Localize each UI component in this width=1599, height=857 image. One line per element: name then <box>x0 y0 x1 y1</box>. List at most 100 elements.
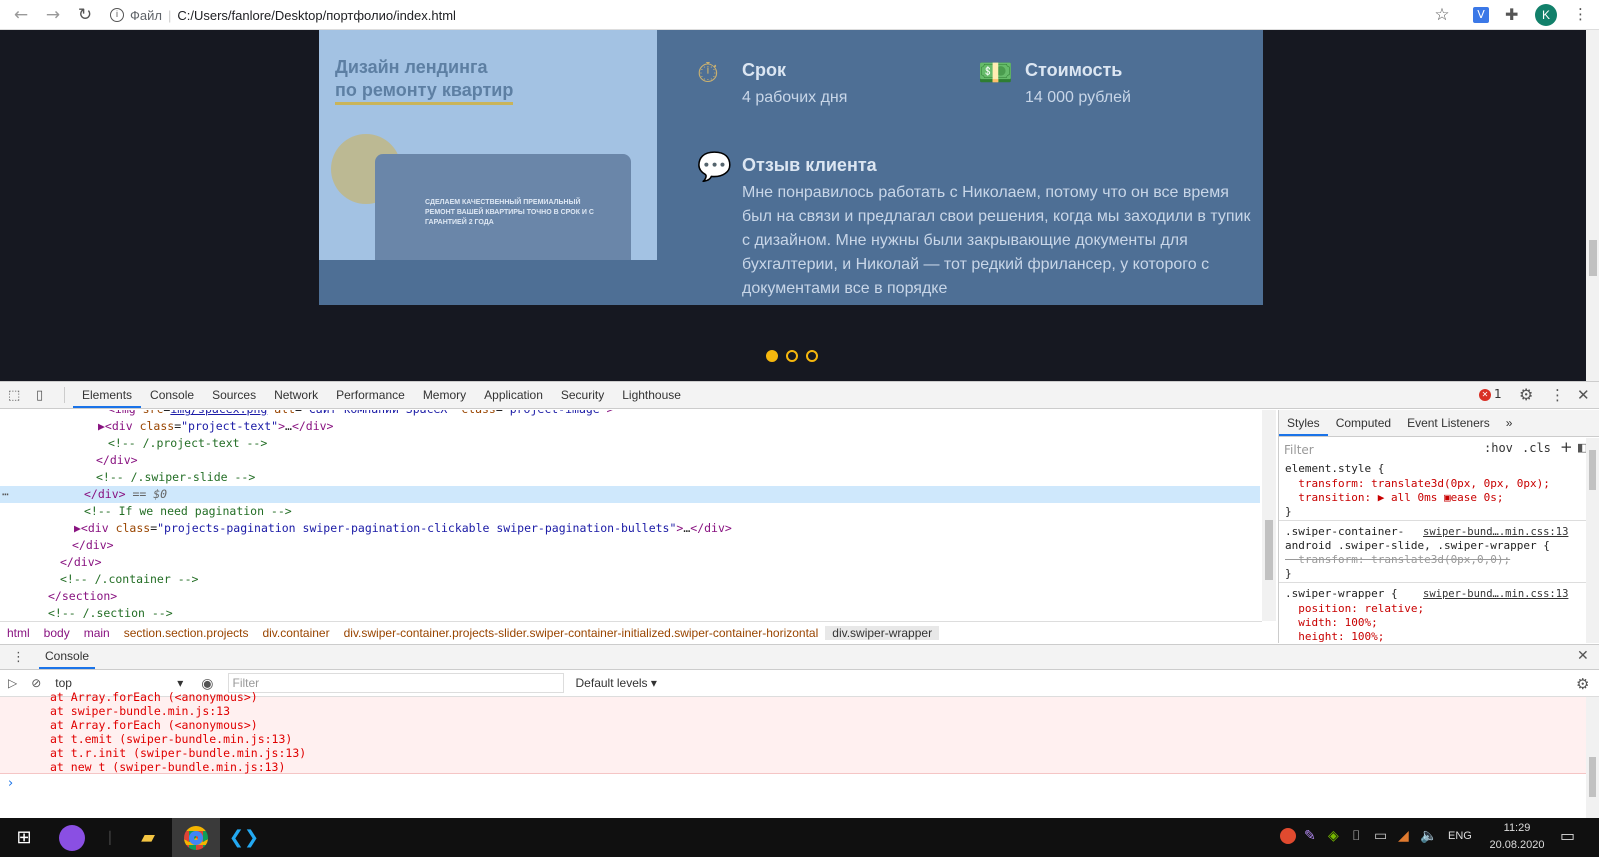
breadcrumb-item[interactable]: body <box>37 626 77 640</box>
breadcrumb-item[interactable]: div.swiper-container.projects-slider.swi… <box>337 626 826 640</box>
drawer-tab-console[interactable]: Console <box>39 645 96 669</box>
tab-network[interactable]: Network <box>265 382 327 408</box>
network-icon[interactable]: ▭ <box>1374 828 1387 844</box>
url-text[interactable]: C:/Users/fanlore/Desktop/портфолио/index… <box>177 8 456 23</box>
breadcrumb-item[interactable]: html <box>0 626 37 640</box>
styles-filter-input[interactable]: Filter <box>1280 440 1476 460</box>
style-source-link[interactable]: swiper-bund….min.css:13 <box>1423 587 1568 601</box>
context-selector[interactable]: top ▾ <box>55 676 183 690</box>
chrome-icon[interactable] <box>172 818 220 857</box>
settings-gear-icon[interactable]: ⚙ <box>1519 385 1533 404</box>
dom-line[interactable]: </section> <box>0 588 1260 605</box>
style-source-link[interactable]: swiper-bund….min.css:13 <box>1423 525 1568 539</box>
error-icon[interactable]: ✕ <box>1479 389 1491 401</box>
stack-line[interactable]: at t.r.init (swiper-bundle.min.js:13) <box>50 746 306 760</box>
error-count[interactable]: 1 <box>1494 387 1502 401</box>
elements-scrollbar-thumb[interactable] <box>1265 520 1273 580</box>
breadcrumb-item[interactable]: div.container <box>255 626 336 640</box>
tab-styles[interactable]: Styles <box>1279 410 1328 436</box>
tab-application[interactable]: Application <box>475 382 552 408</box>
close-drawer-icon[interactable]: ✕ <box>1577 648 1589 664</box>
pagination-bullet-3[interactable] <box>806 350 818 362</box>
dom-line-selected[interactable]: ⋯ </div> == $0 <box>0 486 1260 503</box>
tray-flag-icon[interactable]: ◢ <box>1398 828 1409 844</box>
usb-icon[interactable]: ⌷ <box>1352 828 1360 844</box>
pagination-bullet-2[interactable] <box>786 350 798 362</box>
alice-assistant-icon[interactable] <box>48 818 96 857</box>
profile-avatar[interactable]: K <box>1535 4 1557 26</box>
extensions-puzzle-icon[interactable]: ✚ <box>1505 6 1523 24</box>
tab-console[interactable]: Console <box>141 382 203 408</box>
tab-elements[interactable]: Elements <box>73 382 142 408</box>
extension-icon[interactable]: V <box>1473 7 1489 23</box>
dom-line[interactable]: </div> <box>0 452 1260 469</box>
file-explorer-icon[interactable]: ▰ <box>124 818 172 857</box>
dom-line[interactable]: ▶<div class="project-text">…</div> <box>0 418 1260 435</box>
clear-console-icon[interactable]: ⊘ <box>31 676 41 690</box>
style-declaration[interactable]: width: 100%; <box>1285 616 1377 630</box>
styles-scrollbar[interactable] <box>1586 438 1599 643</box>
styles-rules[interactable]: element.style { transform: translate3d(0… <box>1279 462 1586 643</box>
menu-kebab-icon[interactable]: ⋮ <box>1573 5 1588 23</box>
volume-icon[interactable]: 🔈 <box>1420 828 1437 844</box>
reload-icon[interactable]: ↻ <box>74 4 96 26</box>
tray-pen-icon[interactable]: ✎ <box>1304 828 1316 844</box>
live-expression-eye-icon[interactable]: ◉ <box>201 675 213 692</box>
dom-line[interactable]: </div> <box>0 537 1260 554</box>
dom-line[interactable]: <!-- If we need pagination --> <box>0 503 1260 520</box>
dom-line[interactable]: </div> <box>0 554 1260 571</box>
close-devtools-icon[interactable]: ✕ <box>1577 386 1590 404</box>
console-settings-gear-icon[interactable]: ⚙ <box>1576 675 1589 693</box>
more-tabs-icon[interactable]: » <box>1498 410 1521 436</box>
elements-scrollbar[interactable] <box>1262 410 1276 621</box>
tab-sources[interactable]: Sources <box>203 382 265 408</box>
language-indicator[interactable]: ENG <box>1448 830 1472 842</box>
stack-line[interactable]: at t.emit (swiper-bundle.min.js:13) <box>50 732 292 746</box>
styles-scrollbar-thumb[interactable] <box>1589 450 1596 490</box>
dom-line[interactable]: <!-- /.swiper-slide --> <box>0 469 1260 486</box>
console-prompt[interactable]: › <box>8 776 13 791</box>
dom-line[interactable]: <img src=img/spacex.png alt="Сайт компан… <box>0 410 1260 418</box>
dom-line[interactable]: <!-- /.project-text --> <box>0 435 1260 452</box>
forward-icon[interactable]: → <box>42 4 64 26</box>
new-rule-icon[interactable]: + <box>1560 438 1573 456</box>
address-bar[interactable]: i Файл | C:/Users/fanlore/Desktop/портфо… <box>110 6 456 24</box>
dom-line[interactable]: <!-- /.section --> <box>0 605 1260 621</box>
breadcrumb-item[interactable]: main <box>77 626 117 640</box>
stack-line[interactable]: at new t (swiper-bundle.min.js:13) <box>50 760 285 774</box>
breadcrumb-item-current[interactable]: div.swiper-wrapper <box>825 625 940 640</box>
cls-toggle[interactable]: .cls <box>1522 441 1551 455</box>
dom-line[interactable]: ▶<div class="projects-pagination swiper-… <box>0 520 1260 537</box>
back-icon[interactable]: ← <box>10 4 32 26</box>
style-declaration[interactable]: position: relative; <box>1285 602 1424 616</box>
style-declaration-overridden[interactable]: transform: translate3d(0px,0,0); <box>1285 553 1510 567</box>
vscode-icon[interactable]: ❮❯ <box>220 818 268 857</box>
pagination-bullet-1[interactable] <box>766 350 778 362</box>
notifications-icon[interactable]: ▭ <box>1560 826 1575 845</box>
elements-tree[interactable]: <img src=img/spacex.png alt="Сайт компан… <box>0 410 1262 621</box>
tab-computed[interactable]: Computed <box>1328 410 1399 436</box>
devtools-menu-icon[interactable]: ⋮ <box>1550 386 1565 404</box>
tab-security[interactable]: Security <box>552 382 613 408</box>
device-toolbar-icon[interactable]: ▯ <box>36 388 56 403</box>
drawer-menu-icon[interactable]: ⋮ <box>12 650 25 665</box>
windows-start-icon[interactable]: ⊞ <box>0 818 48 857</box>
project-thumbnail[interactable]: Дизайн лендинга по ремонту квартир СДЕЛА… <box>319 30 657 260</box>
log-levels-dropdown[interactable]: Default levels ▾ <box>576 676 657 690</box>
page-scrollbar[interactable] <box>1586 30 1599 381</box>
bookmark-star-icon[interactable]: ☆ <box>1431 4 1453 26</box>
style-declaration[interactable]: transform: translate3d(0px, 0px, 0px); <box>1285 477 1550 491</box>
console-scrollbar-thumb[interactable] <box>1589 757 1596 797</box>
style-declaration[interactable]: transition: ▶ all 0ms ▣ease 0s; <box>1285 491 1503 505</box>
page-scrollbar-thumb[interactable] <box>1589 240 1597 276</box>
console-filter-input[interactable]: Filter <box>227 673 564 693</box>
clock[interactable]: 11:29 20.08.2020 <box>1486 820 1548 854</box>
tab-lighthouse[interactable]: Lighthouse <box>613 382 690 408</box>
breadcrumb-item[interactable]: section.section.projects <box>117 626 256 640</box>
info-icon[interactable]: i <box>110 8 124 22</box>
stack-line[interactable]: at swiper-bundle.min.js:13 <box>50 704 230 718</box>
tab-performance[interactable]: Performance <box>327 382 414 408</box>
sidebar-toggle-icon[interactable]: ▷ <box>8 676 17 690</box>
tray-app-icon[interactable] <box>1280 828 1296 844</box>
hov-toggle[interactable]: :hov <box>1484 441 1513 455</box>
